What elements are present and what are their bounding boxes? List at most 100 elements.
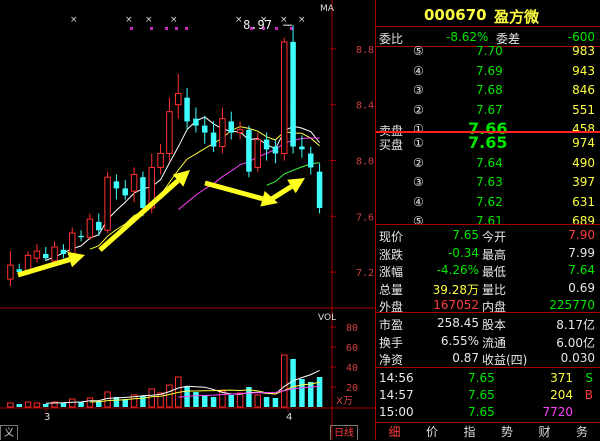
level-marker: ⑤ — [413, 44, 424, 58]
level-price: 7.69 — [476, 64, 503, 78]
tab-partial[interactable]: 义 — [0, 425, 18, 440]
trend-arrow-1-head — [67, 252, 85, 267]
candle-body-down — [211, 133, 216, 147]
candle-body-up — [131, 174, 136, 191]
fund-label: 收益(四) — [482, 351, 527, 368]
tick-price: 7.65 — [468, 405, 495, 419]
candle-body-down — [299, 147, 304, 150]
candle-body-up — [52, 247, 57, 261]
candle-body-down — [123, 188, 128, 195]
level-marker: ① — [413, 136, 424, 150]
tab-2[interactable]: 价 — [414, 423, 451, 441]
marker-dot — [185, 27, 188, 30]
tick-row[interactable]: 15:007.657720 — [376, 402, 600, 422]
marker-dot — [150, 27, 153, 30]
tick-price: 7.65 — [468, 371, 495, 385]
volume-bar-up — [87, 398, 92, 407]
buy-level-2[interactable]: ②7.64490 — [376, 153, 600, 173]
sell-level-4[interactable]: ②7.67551 — [376, 100, 600, 120]
candle-body-down — [114, 181, 119, 188]
volume-bar-down — [264, 397, 269, 407]
volume-bar-down — [273, 398, 278, 407]
candle-body-down — [43, 254, 48, 258]
volume-bar-up — [282, 355, 287, 407]
tick-flag: B — [585, 388, 593, 402]
vol-tick-label: 40 — [346, 363, 358, 374]
tick-volume: 7720 — [542, 405, 573, 419]
tab-1[interactable]: 细 — [376, 423, 413, 441]
candle-body-down — [193, 119, 198, 126]
ma5-line — [46, 117, 320, 260]
tick-time: 14:56 — [379, 371, 414, 385]
volume-bar-up — [149, 389, 154, 407]
tick-volume: 204 — [550, 388, 573, 402]
tick-price: 7.65 — [468, 388, 495, 402]
candle-body-down — [61, 250, 66, 254]
buy-level-4[interactable]: ④7.62631 — [376, 192, 600, 212]
candle-body-up — [255, 140, 260, 168]
tick-time: 14:57 — [379, 388, 414, 402]
sell-level-3[interactable]: ③7.68846 — [376, 80, 600, 100]
stat-value: 7.99 — [568, 246, 595, 260]
tick-volume: 371 — [550, 371, 573, 385]
volume-bar-up — [255, 395, 260, 407]
fund-value: 0.030 — [561, 351, 595, 365]
candle-body-down — [317, 172, 322, 208]
peak-price-label: 8.97 — [243, 18, 272, 32]
candle-body-up — [105, 177, 110, 230]
volume-bar-up — [237, 393, 242, 407]
bottom-tabs: 细价指势财务 — [376, 422, 600, 441]
candle-body-up — [70, 233, 75, 255]
candle-body-up — [8, 265, 13, 279]
candle-body-down — [96, 222, 101, 230]
kline-chart[interactable]: 8.88.48.07.67.2MA××××××××8.97VOL80604020… — [0, 0, 375, 440]
marker-dot — [165, 27, 168, 30]
volume-bar-up — [158, 393, 163, 407]
fund-row: 净资0.87收益(四)0.030 — [376, 348, 600, 368]
level-volume: 943 — [572, 64, 595, 78]
stat-value: 225770 — [549, 298, 595, 312]
tab-4[interactable]: 势 — [489, 423, 526, 441]
tick-flag: S — [585, 371, 593, 385]
stat-value: 7.90 — [568, 228, 595, 242]
tab-5[interactable]: 财 — [526, 423, 563, 441]
sell-level-2[interactable]: ④7.69943 — [376, 61, 600, 81]
stat-value: 7.64 — [568, 263, 595, 277]
quote-panel: 000670 盈方微 委比 -8.62% 委差 -600 ⑤7.70983④7.… — [375, 0, 600, 440]
level-volume: 631 — [572, 195, 595, 209]
stock-code: 000670 — [424, 6, 487, 24]
candle-body-down — [273, 147, 278, 154]
candle-body-down — [308, 154, 313, 168]
level-price: 7.67 — [476, 103, 503, 117]
marker-dot — [290, 27, 293, 30]
candle-body-down — [229, 121, 234, 132]
marker-x: × — [298, 15, 306, 25]
volume-bar-down — [61, 403, 66, 407]
volume-bar-down — [290, 359, 295, 407]
volume-bar-down — [43, 404, 48, 407]
volume-bar-up — [34, 403, 39, 407]
level-price: 7.68 — [476, 83, 503, 97]
candle-body-up — [237, 130, 242, 133]
tab-daily[interactable]: 日线 — [330, 425, 358, 440]
sell-level-1[interactable]: ⑤7.70983 — [376, 41, 600, 61]
level-price: 7.64 — [476, 156, 503, 170]
volume-bar-down — [193, 392, 198, 407]
volume-bar-up — [220, 391, 225, 407]
tab-6[interactable]: 务 — [564, 423, 600, 441]
candle-body-up — [282, 42, 287, 154]
candle-body-down — [184, 98, 189, 122]
candle-body-up — [34, 251, 39, 258]
level-volume: 551 — [572, 103, 595, 117]
volume-bar-down — [317, 377, 322, 407]
level-marker: ③ — [413, 175, 424, 189]
volume-bar-down — [78, 402, 83, 407]
date-tick-label: 4 — [286, 412, 292, 423]
price-tick-label: 8.0 — [356, 156, 374, 167]
volume-bar-up — [105, 392, 110, 407]
tab-3[interactable]: 指 — [451, 423, 488, 441]
marker-x: × — [235, 15, 243, 25]
buy-level-1[interactable]: 买盘①7.65974 — [376, 133, 600, 153]
candle-body-up — [176, 94, 181, 105]
buy-level-3[interactable]: ③7.63397 — [376, 172, 600, 192]
